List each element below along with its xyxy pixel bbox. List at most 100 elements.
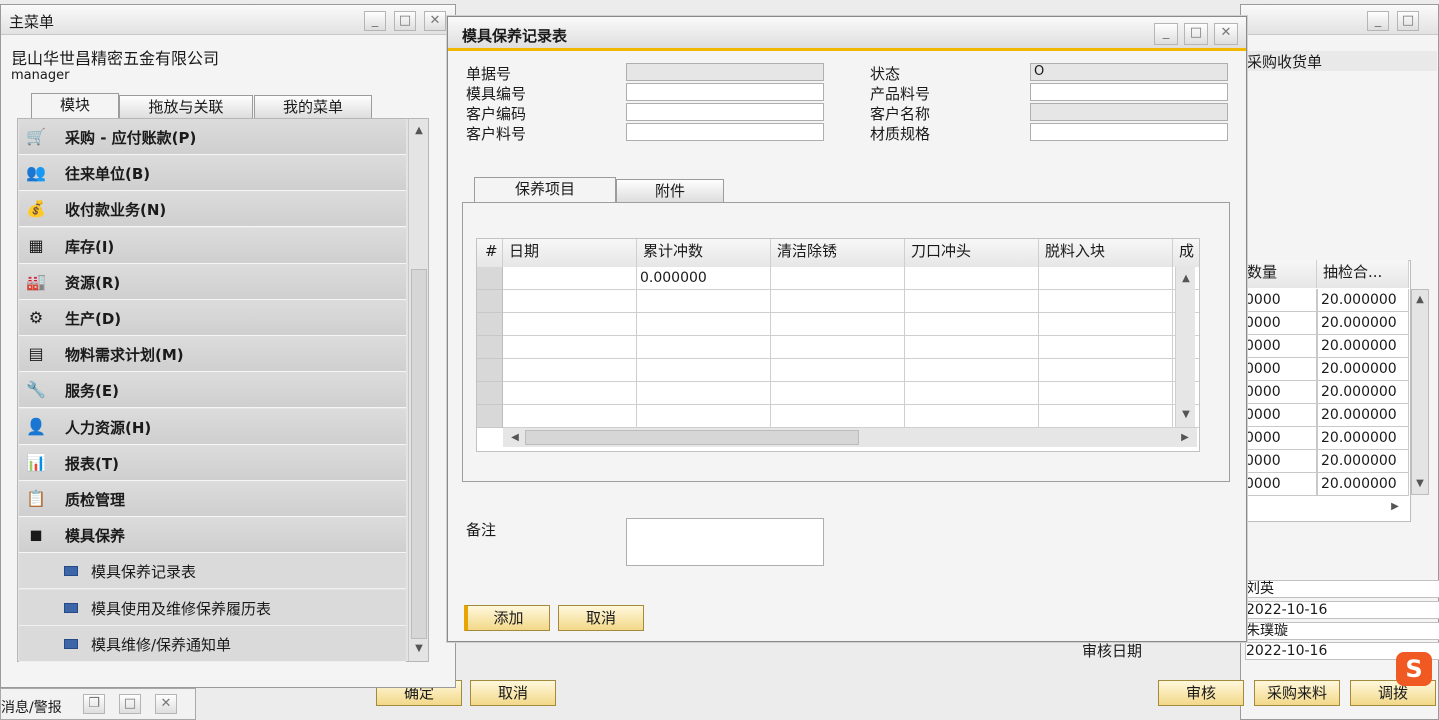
inspect-cell[interactable]: 20.000000: [1317, 358, 1409, 381]
date1-field[interactable]: 2022-10-16: [1245, 601, 1439, 619]
qty-cell[interactable]: 0000: [1241, 312, 1317, 335]
row-header[interactable]: [477, 405, 503, 428]
hscroll-thumb[interactable]: [525, 430, 859, 445]
grid-cell[interactable]: [771, 313, 905, 336]
cancel-button[interactable]: 取消: [558, 605, 644, 631]
row-header[interactable]: [477, 267, 503, 290]
menu-item-4[interactable]: ▦ 库存(I): [19, 227, 406, 264]
person1-field[interactable]: 刘英: [1245, 580, 1439, 598]
grid-cell[interactable]: [637, 405, 771, 428]
menu-item-10[interactable]: 📊 报表(T): [19, 444, 406, 481]
scroll-down-icon[interactable]: ▼: [411, 641, 427, 657]
add-button[interactable]: 添加: [464, 605, 550, 631]
menu-item-6[interactable]: ⚙ 生产(D): [19, 300, 406, 336]
grid-cell[interactable]: [905, 359, 1039, 382]
inspect-cell[interactable]: 20.000000: [1317, 404, 1409, 427]
grid-cell[interactable]: [905, 405, 1039, 428]
grid-cell[interactable]: [905, 313, 1039, 336]
inspect-cell[interactable]: 20.000000: [1317, 289, 1409, 312]
grid-column-header[interactable]: 成: [1173, 239, 1199, 267]
maximize-icon[interactable]: □: [1184, 23, 1208, 45]
maximize-icon[interactable]: □: [394, 11, 416, 31]
menu-item-2[interactable]: 👥 往来单位(B): [19, 155, 406, 192]
grid-hscroll[interactable]: ◀ ▶: [503, 427, 1197, 447]
menu-item-12[interactable]: ◼ 模具保养: [19, 517, 406, 554]
mold-no-field[interactable]: [626, 83, 824, 101]
approve-button[interactable]: 审核: [1158, 680, 1244, 706]
scroll-up-icon[interactable]: ▲: [1412, 292, 1428, 308]
qty-cell[interactable]: 0000: [1241, 335, 1317, 358]
grid-column-header[interactable]: 清洁除锈: [771, 239, 905, 267]
person2-field[interactable]: 朱璞璇: [1245, 622, 1439, 640]
close-icon[interactable]: ✕: [1214, 23, 1238, 45]
qty-cell[interactable]: 0000: [1241, 450, 1317, 473]
grid-column-header[interactable]: 脱料入块: [1039, 239, 1173, 267]
grid-cell[interactable]: [1039, 405, 1173, 428]
grid-cell[interactable]: [503, 267, 637, 290]
scroll-thumb[interactable]: [411, 269, 427, 639]
close-icon[interactable]: ✕: [155, 694, 177, 714]
grid-cell[interactable]: [905, 336, 1039, 359]
grid-cell[interactable]: [771, 359, 905, 382]
restore-icon[interactable]: ❐: [83, 694, 105, 714]
scroll-up-icon[interactable]: ▲: [411, 123, 427, 139]
menu-item-5[interactable]: 🏭 资源(R): [19, 263, 406, 300]
grid-cell[interactable]: [503, 290, 637, 313]
grid-cell[interactable]: [771, 405, 905, 428]
qty-cell[interactable]: 0000: [1241, 473, 1317, 496]
close-icon[interactable]: ✕: [424, 11, 446, 31]
row-header[interactable]: [477, 313, 503, 336]
submenu-item-2[interactable]: 模具使用及维修保养履历表: [19, 589, 406, 626]
qty-cell[interactable]: 0000: [1241, 289, 1317, 312]
customer-code-field[interactable]: [626, 103, 824, 121]
product-no-field[interactable]: [1030, 83, 1228, 101]
bg-cancel-button[interactable]: 取消: [470, 680, 556, 706]
scroll-up-icon[interactable]: ▲: [1178, 271, 1194, 287]
submenu-item-3[interactable]: 模具维修/保养通知单: [19, 625, 406, 662]
row-header[interactable]: [477, 359, 503, 382]
tab-drag-relate[interactable]: 拖放与关联: [119, 95, 253, 119]
inspect-cell[interactable]: 20.000000: [1317, 312, 1409, 335]
grid-cell[interactable]: [1039, 313, 1173, 336]
scroll-down-icon[interactable]: ▼: [1412, 476, 1428, 492]
scroll-right-icon[interactable]: ▶: [1387, 499, 1403, 515]
tab-my-menu[interactable]: 我的菜单: [254, 95, 372, 119]
grid-cell[interactable]: [503, 405, 637, 428]
scroll-down-icon[interactable]: ▼: [1178, 407, 1194, 423]
grid-cell[interactable]: [1039, 267, 1173, 290]
row-header[interactable]: [477, 382, 503, 405]
tab-modules[interactable]: 模块: [31, 93, 119, 119]
bg-scrollbar[interactable]: ▲ ▼: [1411, 289, 1429, 495]
scroll-left-icon[interactable]: ◀: [507, 430, 523, 446]
minimize-icon[interactable]: _: [1367, 11, 1389, 31]
menu-item-8[interactable]: 🔧 服务(E): [19, 372, 406, 409]
grid-cell[interactable]: 0.000000: [637, 267, 771, 290]
qty-cell[interactable]: 0000: [1241, 381, 1317, 404]
maximize-icon[interactable]: □: [119, 694, 141, 714]
inspect-cell[interactable]: 20.000000: [1317, 381, 1409, 404]
grid-cell[interactable]: [905, 267, 1039, 290]
grid-cell[interactable]: [503, 313, 637, 336]
grid-cell[interactable]: [1039, 336, 1173, 359]
menu-item-7[interactable]: ▤ 物料需求计划(M): [19, 336, 406, 373]
scroll-right-icon[interactable]: ▶: [1177, 430, 1193, 446]
inspect-cell[interactable]: 20.000000: [1317, 450, 1409, 473]
menu-item-1[interactable]: 🛒 采购 - 应付账款(P): [19, 119, 406, 155]
qty-cell[interactable]: 0000: [1241, 358, 1317, 381]
grid-cell[interactable]: [1039, 359, 1173, 382]
row-header[interactable]: [477, 290, 503, 313]
doc-no-field[interactable]: [626, 63, 824, 81]
grid-cell[interactable]: [771, 290, 905, 313]
status-field[interactable]: O: [1030, 63, 1228, 81]
material-spec-field[interactable]: [1030, 123, 1228, 141]
remarks-textarea[interactable]: [626, 518, 824, 566]
grid-cell[interactable]: [905, 290, 1039, 313]
grid-cell[interactable]: [503, 336, 637, 359]
grid-column-header[interactable]: 日期: [503, 239, 637, 267]
row-header[interactable]: [477, 336, 503, 359]
tab-attachments[interactable]: 附件: [616, 179, 724, 203]
menu-item-11[interactable]: 📋 质检管理: [19, 481, 406, 517]
grid-cell[interactable]: [503, 382, 637, 405]
grid-cell[interactable]: [637, 336, 771, 359]
menu-item-3[interactable]: 💰 收付款业务(N): [19, 191, 406, 228]
